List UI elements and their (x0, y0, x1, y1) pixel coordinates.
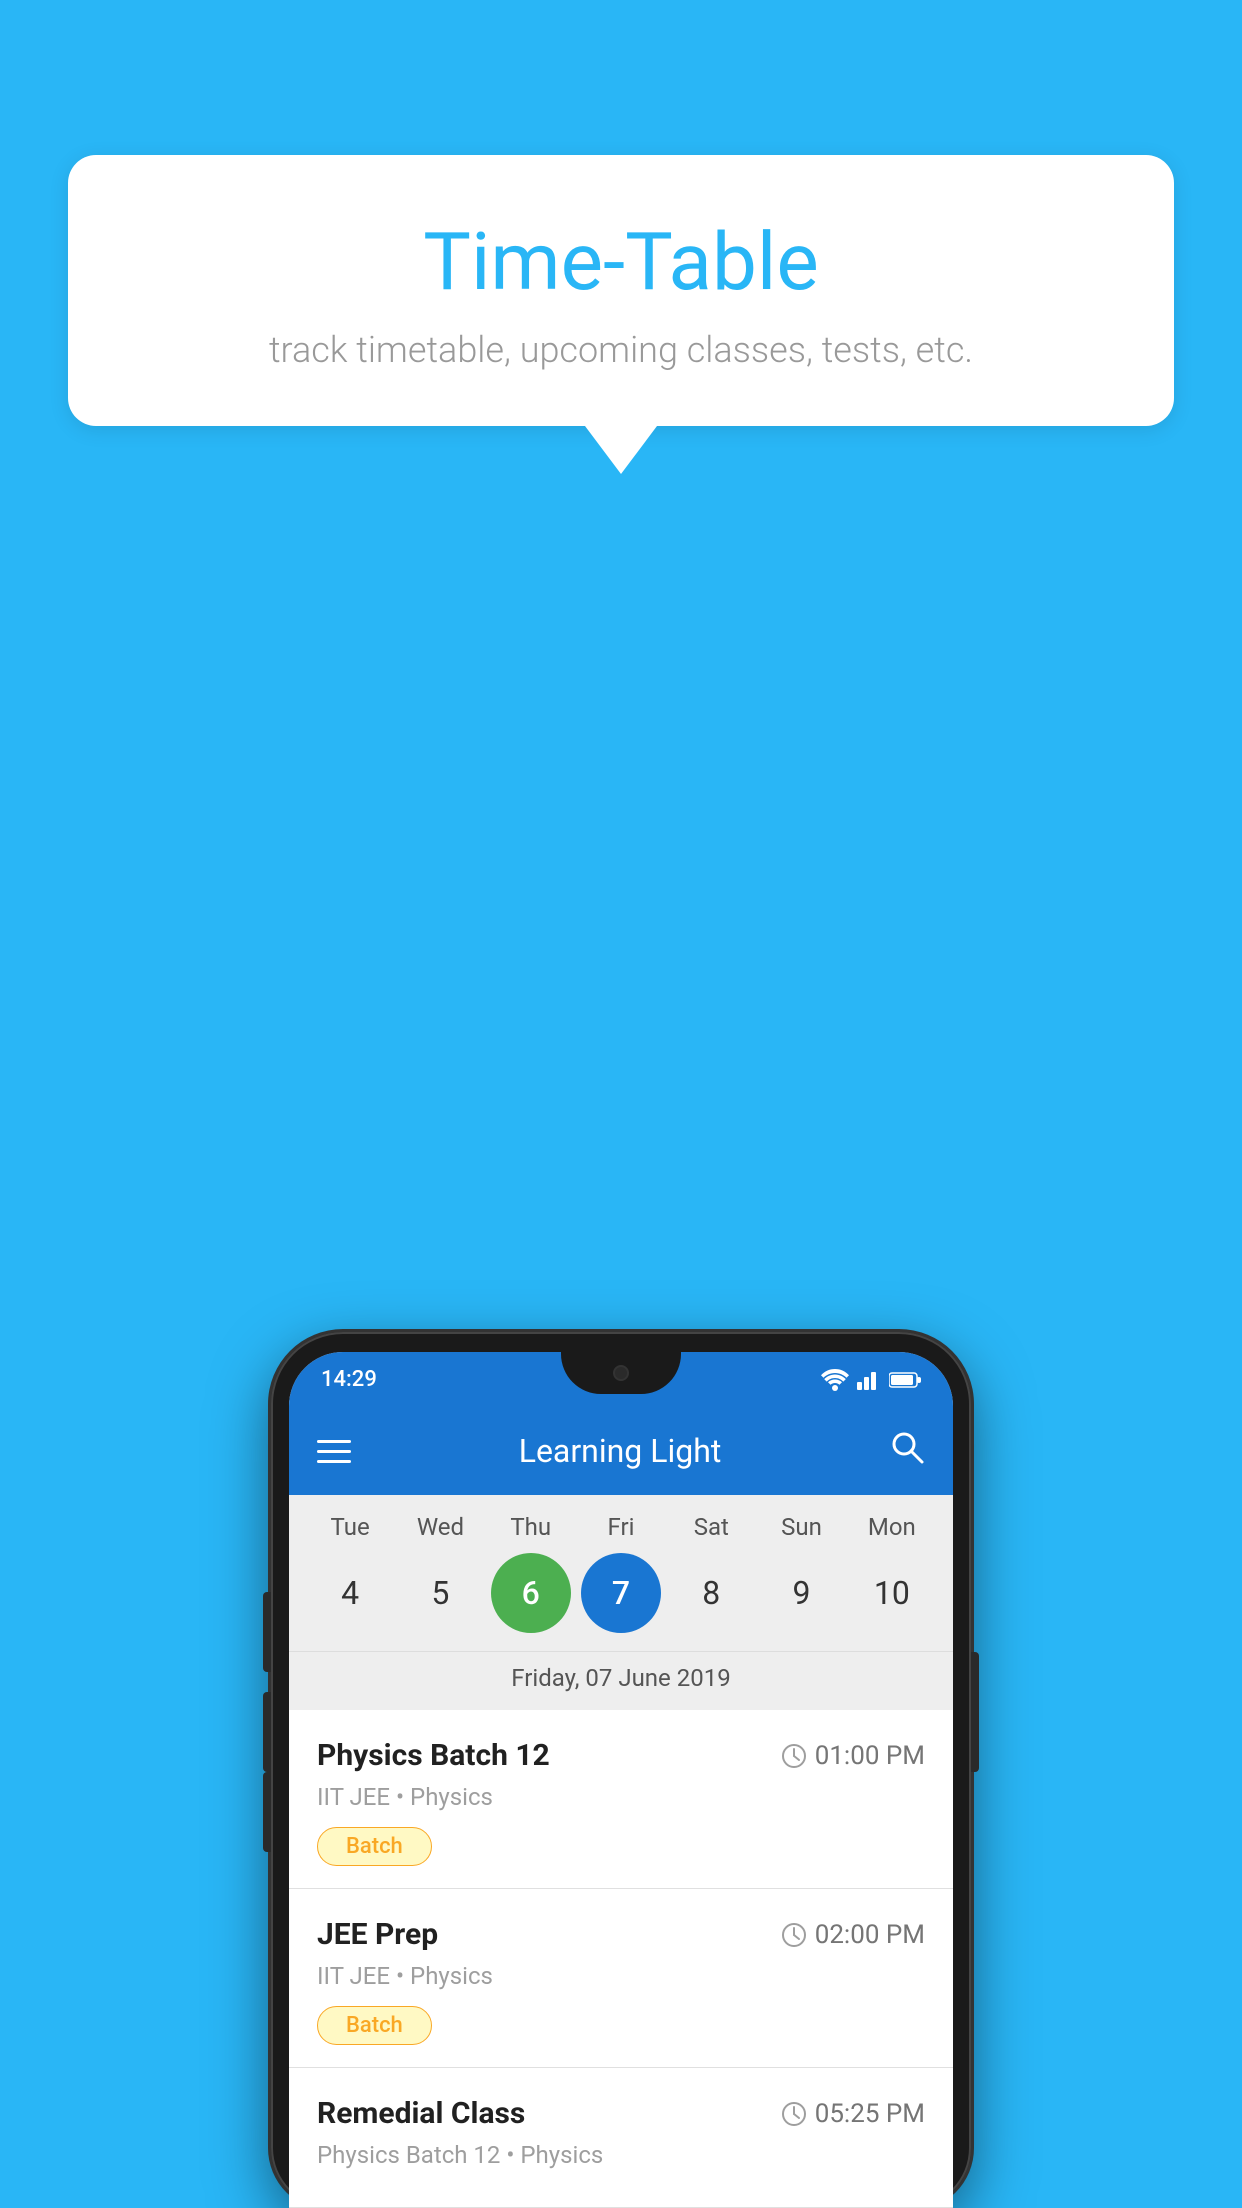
speech-bubble-subtitle: track timetable, upcoming classes, tests… (148, 329, 1094, 371)
signal-icon (857, 1370, 881, 1390)
day-4[interactable]: 4 (310, 1553, 390, 1633)
schedule-title-3: Remedial Class (317, 2096, 525, 2131)
app-title: Learning Light (519, 1432, 722, 1470)
day-9[interactable]: 9 (762, 1553, 842, 1633)
search-icon (889, 1429, 925, 1465)
schedule-title-2: JEE Prep (317, 1917, 438, 1952)
speech-bubble-title: Time-Table (148, 215, 1094, 309)
schedule-time-2: 02:00 PM (781, 1920, 925, 1950)
phone-screen: 14:29 (289, 1352, 953, 2208)
speech-bubble-tail (585, 426, 657, 474)
selected-date-label: Friday, 07 June 2019 (289, 1651, 953, 1710)
schedule-item-3[interactable]: Remedial Class 05:25 PM Physics Batch 12… (289, 2068, 953, 2208)
day-header-fri: Fri (581, 1513, 661, 1541)
batch-badge-2: Batch (317, 2006, 432, 2045)
day-header-thu: Thu (491, 1513, 571, 1541)
phone-mockup: 14:29 (271, 1332, 971, 2208)
camera (613, 1365, 629, 1381)
speech-bubble-section: Time-Table track timetable, upcoming cla… (68, 155, 1174, 474)
clock-icon-1 (781, 1743, 807, 1769)
day-10[interactable]: 10 (852, 1553, 932, 1633)
calendar-strip: Tue Wed Thu Fri Sat Sun Mon 4 5 6 7 8 9 … (289, 1495, 953, 1710)
schedule-time-1: 01:00 PM (781, 1741, 925, 1771)
day-header-tue: Tue (310, 1513, 390, 1541)
clock-icon-3 (781, 2101, 807, 2127)
phone-frame: 14:29 (271, 1332, 971, 2208)
batch-badge-1: Batch (317, 1827, 432, 1866)
day-headers: Tue Wed Thu Fri Sat Sun Mon (289, 1513, 953, 1541)
app-bar: Learning Light (289, 1407, 953, 1495)
day-header-sun: Sun (762, 1513, 842, 1541)
schedule-list: Physics Batch 12 01:00 PM IIT JEE • Phys… (289, 1710, 953, 2208)
day-header-wed: Wed (400, 1513, 480, 1541)
clock-icon-2 (781, 1922, 807, 1948)
battery-icon (889, 1371, 921, 1389)
day-header-mon: Mon (852, 1513, 932, 1541)
phone-notch (561, 1352, 681, 1394)
schedule-time-3: 05:25 PM (781, 2099, 925, 2129)
schedule-item-2[interactable]: JEE Prep 02:00 PM IIT JEE • Physics Batc… (289, 1889, 953, 2068)
day-numbers: 4 5 6 7 8 9 10 (289, 1553, 953, 1633)
schedule-item-1[interactable]: Physics Batch 12 01:00 PM IIT JEE • Phys… (289, 1710, 953, 1889)
day-5[interactable]: 5 (400, 1553, 480, 1633)
status-time: 14:29 (321, 1367, 377, 1392)
wifi-icon (821, 1369, 849, 1391)
day-8[interactable]: 8 (671, 1553, 751, 1633)
day-6-today[interactable]: 6 (491, 1553, 571, 1633)
schedule-subtitle-3: Physics Batch 12 • Physics (317, 2141, 925, 2169)
speech-bubble: Time-Table track timetable, upcoming cla… (68, 155, 1174, 426)
day-header-sat: Sat (671, 1513, 751, 1541)
status-bar: 14:29 (289, 1352, 953, 1407)
schedule-item-3-header: Remedial Class 05:25 PM (317, 2096, 925, 2131)
search-button[interactable] (889, 1429, 925, 1473)
hamburger-menu-button[interactable] (317, 1440, 351, 1463)
schedule-subtitle-1: IIT JEE • Physics (317, 1783, 925, 1811)
day-7-selected[interactable]: 7 (581, 1553, 661, 1633)
status-icons (821, 1369, 921, 1391)
schedule-item-1-header: Physics Batch 12 01:00 PM (317, 1738, 925, 1773)
schedule-item-2-header: JEE Prep 02:00 PM (317, 1917, 925, 1952)
schedule-title-1: Physics Batch 12 (317, 1738, 550, 1773)
schedule-subtitle-2: IIT JEE • Physics (317, 1962, 925, 1990)
